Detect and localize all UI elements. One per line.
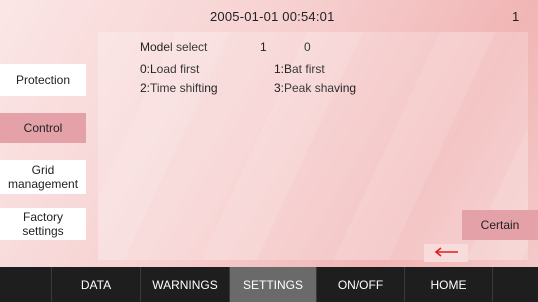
nav-tab-warnings[interactable]: WARNINGS (141, 267, 230, 302)
model-select-value-2[interactable]: 0 (304, 40, 311, 54)
nav-tab-settings[interactable]: SETTINGS (230, 267, 317, 302)
back-arrow-icon (433, 244, 459, 262)
sidebar-item-factory-settings-label: Factory settings (22, 210, 64, 238)
nav-tab-data[interactable]: DATA (52, 267, 141, 302)
sidebar-item-grid-management[interactable]: Grid management (0, 160, 86, 194)
nav-tab-onoff[interactable]: ON/OFF (317, 267, 405, 302)
certain-button[interactable]: Certain (462, 210, 538, 240)
page-number: 1 (512, 9, 520, 24)
sidebar-item-protection[interactable]: Protection (0, 64, 86, 96)
option-peak-shaving: 3:Peak shaving (274, 81, 357, 95)
option-bat-first: 1:Bat first (274, 62, 325, 76)
sidebar-item-control[interactable]: Control (0, 113, 86, 143)
sidebar-item-grid-management-label: Grid management (8, 163, 79, 191)
nav-tab-blank-right (493, 267, 538, 302)
model-select-label: Model select (140, 40, 208, 54)
sidebar-item-factory-settings[interactable]: Factory settings (0, 208, 86, 240)
model-select-value-1[interactable]: 1 (260, 40, 267, 54)
option-time-shifting: 2:Time shifting (140, 81, 218, 95)
back-button[interactable] (424, 244, 468, 262)
nav-tab-blank-left (0, 267, 52, 302)
datetime-display: 2005-01-01 00:54:01 (210, 9, 335, 24)
option-load-first: 0:Load first (140, 62, 200, 76)
bottom-nav: DATA WARNINGS SETTINGS ON/OFF HOME (0, 267, 538, 302)
top-bar: 2005-01-01 00:54:01 1 (0, 0, 538, 30)
nav-tab-home[interactable]: HOME (405, 267, 493, 302)
